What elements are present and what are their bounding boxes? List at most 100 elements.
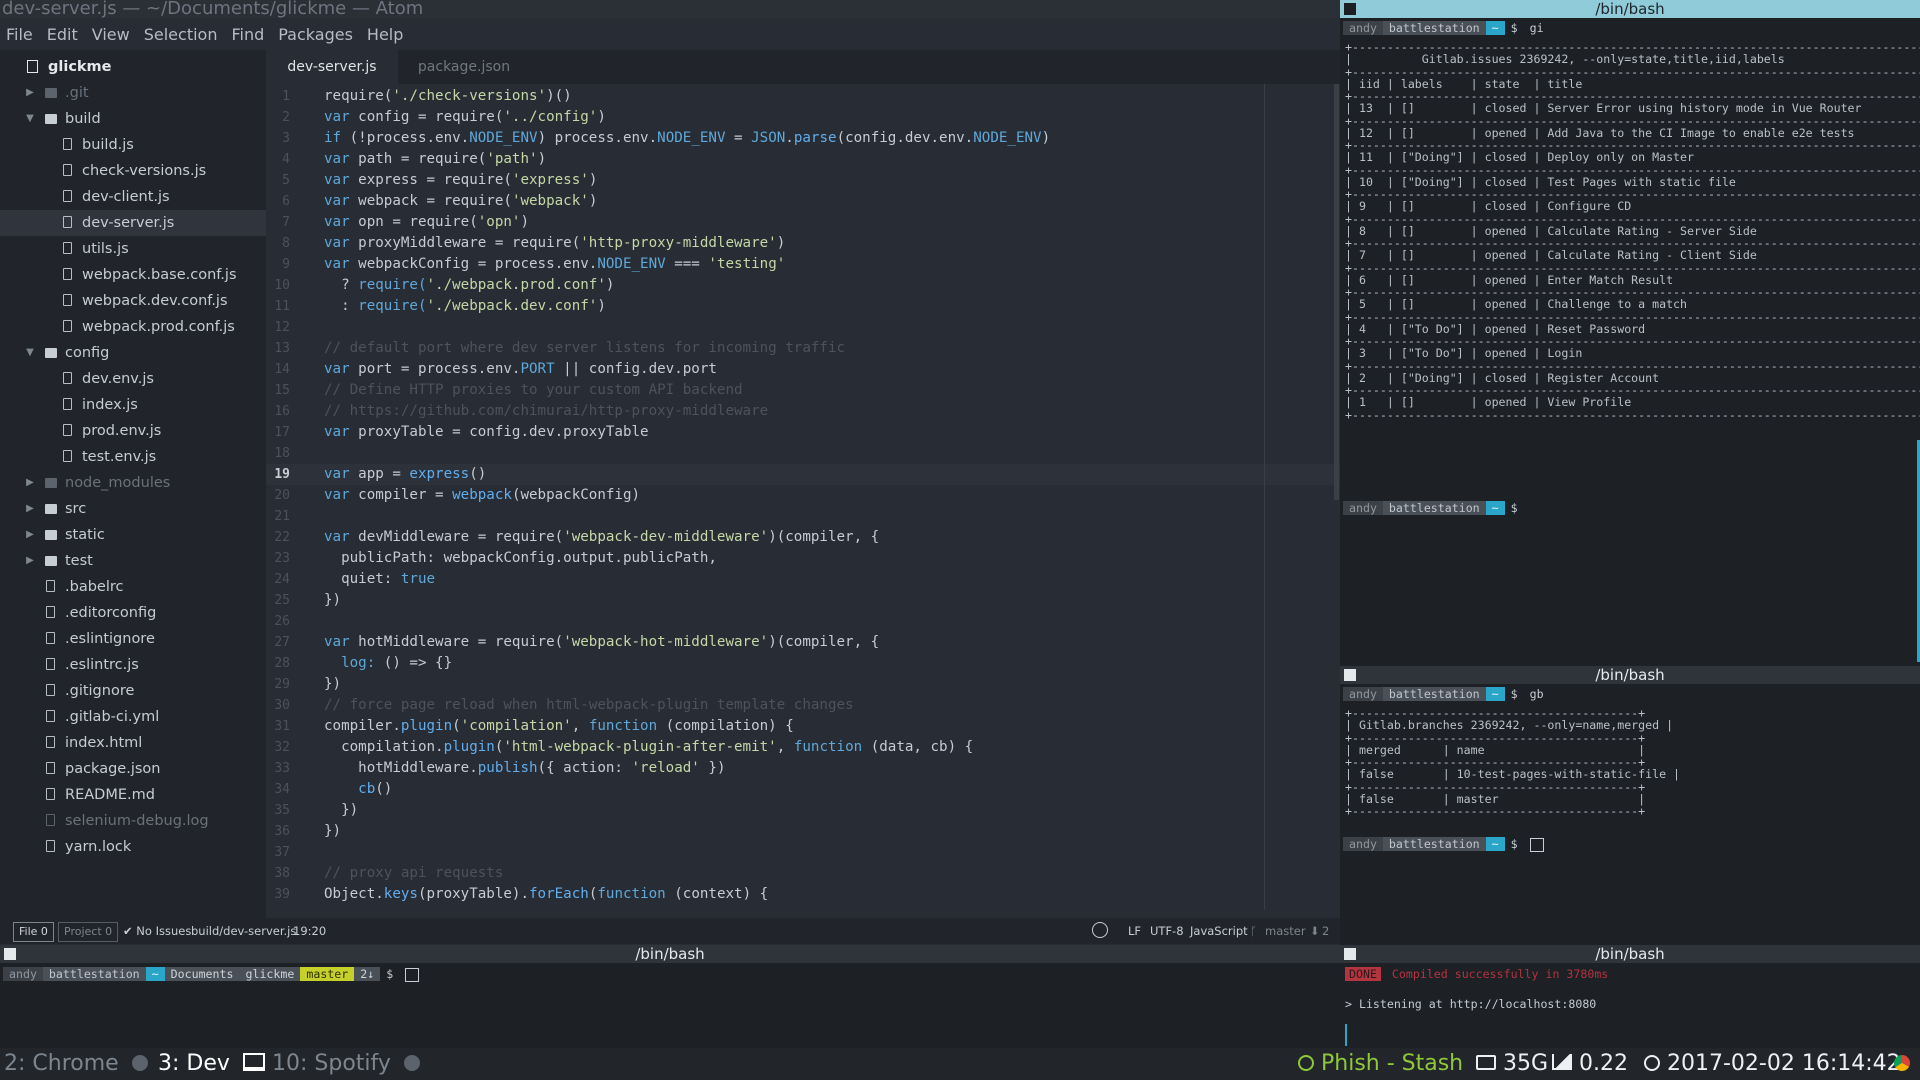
tree-item-dev-client-js[interactable]: dev-client.js [0, 184, 266, 210]
tree-item-index-js[interactable]: index.js [0, 392, 266, 418]
line-number: 20 [274, 488, 290, 503]
code-line: // default port where dev server listens… [324, 340, 846, 356]
tree-root[interactable]: glickme [0, 54, 266, 80]
branch-icon: ᚴ [1250, 924, 1257, 938]
tree-item-editorconfig[interactable]: .editorconfig [0, 600, 266, 626]
tree-item-label: .gitlab-ci.yml [65, 709, 160, 725]
tree-item-test[interactable]: ▶ test [0, 548, 266, 574]
line-ending[interactable]: LF [1128, 918, 1141, 944]
editor-scrollbar[interactable] [1334, 84, 1339, 500]
tab-package-json[interactable]: package.json [398, 50, 530, 84]
tree-item-index-html[interactable]: index.html [0, 730, 266, 756]
prompt-dir: ~ [1485, 501, 1505, 515]
tree-item-node-modules[interactable]: ▶ node_modules [0, 470, 266, 496]
file-icon [46, 736, 55, 748]
tree-item-dev-env-js[interactable]: dev.env.js [0, 366, 266, 392]
menu-edit[interactable]: Edit [40, 24, 85, 46]
disk-icon [1476, 1055, 1496, 1070]
code-editor[interactable]: 1 require('./check-versions')() 2 var confi… [266, 84, 1340, 910]
tree-item-eslintrc-js[interactable]: .eslintrc.js [0, 652, 266, 678]
tab-dev-server[interactable]: dev-server.js [266, 50, 398, 84]
linter-status[interactable]: ✔ No Issues [123, 918, 191, 944]
tree-item-webpack-prod-conf-js[interactable]: webpack.prod.conf.js [0, 314, 266, 340]
grammar[interactable]: JavaScript [1190, 918, 1248, 944]
chevron-right-icon[interactable]: ▶ [25, 496, 35, 522]
menu-file[interactable]: File [0, 24, 40, 46]
tree-item-gitignore[interactable]: .gitignore [0, 678, 266, 704]
file-issues-button[interactable]: File 0 [13, 922, 54, 942]
workspace-spotify[interactable]: 10: Spotify [272, 1048, 420, 1080]
encoding[interactable]: UTF-8 [1150, 918, 1184, 944]
code-line: }) [324, 676, 342, 692]
terminal-cursor [405, 967, 420, 982]
git-branch[interactable]: master [1265, 918, 1306, 944]
chrome-tray-icon[interactable] [1894, 1048, 1910, 1080]
chevron-right-icon[interactable]: ▶ [25, 522, 35, 548]
prompt: andy battlestation ~ $ gi [1343, 21, 1550, 35]
tree-item-label: static [65, 527, 105, 543]
tree-item-utils-js[interactable]: utils.js [0, 236, 266, 262]
tree-item-webpack-dev-conf-js[interactable]: webpack.dev.conf.js [0, 288, 266, 314]
chevron-down-icon[interactable]: ▼ [25, 340, 35, 366]
menu-view[interactable]: View [85, 24, 137, 46]
tree-item-babelrc[interactable]: .babelrc [0, 574, 266, 600]
file-path[interactable]: build/dev-server.js [191, 918, 296, 944]
workspace-dev[interactable]: 3: Dev [158, 1048, 265, 1080]
compile-message: Compiled successfully in 3780ms [1391, 967, 1609, 981]
tree-item-check-versions-js[interactable]: check-versions.js [0, 158, 266, 184]
file-icon [63, 268, 72, 280]
tree-item-dev-server-js[interactable]: dev-server.js [0, 210, 266, 236]
prompt-host: battlestation [1382, 687, 1486, 701]
tree-item-label: dev.env.js [82, 371, 154, 387]
tree-item-label: build [65, 111, 101, 127]
tree-item-src[interactable]: ▶ src [0, 496, 266, 522]
terminal-branches[interactable]: /bin/bash andy battlestation ~ $ gb +---… [1340, 662, 1920, 947]
spotify-icon [403, 1055, 420, 1071]
cursor-position[interactable]: 19:20 [293, 918, 326, 944]
terminal-cursor [1345, 1024, 1347, 1046]
terminal-issues[interactable]: /bin/bash andy battlestation ~ $ gi +---… [1340, 0, 1920, 662]
workspace-chrome[interactable]: 2: Chrome [4, 1048, 148, 1080]
tree-item-build-js[interactable]: build.js [0, 132, 266, 158]
line-number: 6 [282, 194, 290, 209]
tree-item-test-env-js[interactable]: test.env.js [0, 444, 266, 470]
tree-item-gitlab-ci-yml[interactable]: .gitlab-ci.yml [0, 704, 266, 730]
line-number: 32 [274, 740, 290, 755]
smiley-icon[interactable] [1092, 918, 1108, 944]
tree-item-selenium-debug-log[interactable]: selenium-debug.log [0, 808, 266, 834]
line-number: 4 [282, 152, 290, 167]
tree-item-prod-env-js[interactable]: prod.env.js [0, 418, 266, 444]
prompt-user: andy [1343, 837, 1383, 851]
tree-item-eslintignore[interactable]: .eslintignore [0, 626, 266, 652]
tree-item-config[interactable]: ▼ config [0, 340, 266, 366]
line-number: 37 [274, 845, 290, 860]
chevron-right-icon[interactable]: ▶ [25, 470, 35, 496]
prompt-user: andy [1343, 501, 1383, 515]
menu-help[interactable]: Help [360, 24, 410, 46]
project-issues-button[interactable]: Project 0 [58, 922, 119, 942]
tree-view: glickme ▶ .git ▼ build build.js check-versions… [0, 50, 266, 918]
prompt-path-glickme: glickme [239, 967, 301, 981]
code-line: hotMiddleware.publish({ action: 'reload'… [324, 760, 726, 776]
menu-selection[interactable]: Selection [137, 24, 225, 46]
line-number: 15 [274, 383, 290, 398]
tree-item-readme-md[interactable]: README.md [0, 782, 266, 808]
terminal-server[interactable]: /bin/bash DONE Compiled successfully in … [1340, 945, 1920, 1048]
menu-packages[interactable]: Packages [271, 24, 360, 46]
file-icon [46, 710, 55, 722]
tree-item-git[interactable]: ▶ .git [0, 80, 266, 106]
chevron-right-icon[interactable]: ▶ [25, 80, 35, 106]
tree-item-yarn-lock[interactable]: yarn.lock [0, 834, 266, 860]
chevron-down-icon[interactable]: ▼ [25, 106, 35, 132]
tree-item-build[interactable]: ▼ build [0, 106, 266, 132]
chevron-right-icon[interactable]: ▶ [25, 548, 35, 574]
tree-item-package-json[interactable]: package.json [0, 756, 266, 782]
tree-item-static[interactable]: ▶ static [0, 522, 266, 548]
menu-find[interactable]: Find [224, 24, 271, 46]
terminal-title: /bin/bash [1595, 0, 1665, 18]
file-icon [46, 658, 55, 670]
terminal-dev[interactable]: /bin/bash andy battlestation ~ Documents… [0, 945, 1340, 1048]
tree-item-webpack-base-conf-js[interactable]: webpack.base.conf.js [0, 262, 266, 288]
wrap-guide [1264, 84, 1265, 910]
now-playing[interactable]: Phish - Stash [1298, 1048, 1463, 1080]
